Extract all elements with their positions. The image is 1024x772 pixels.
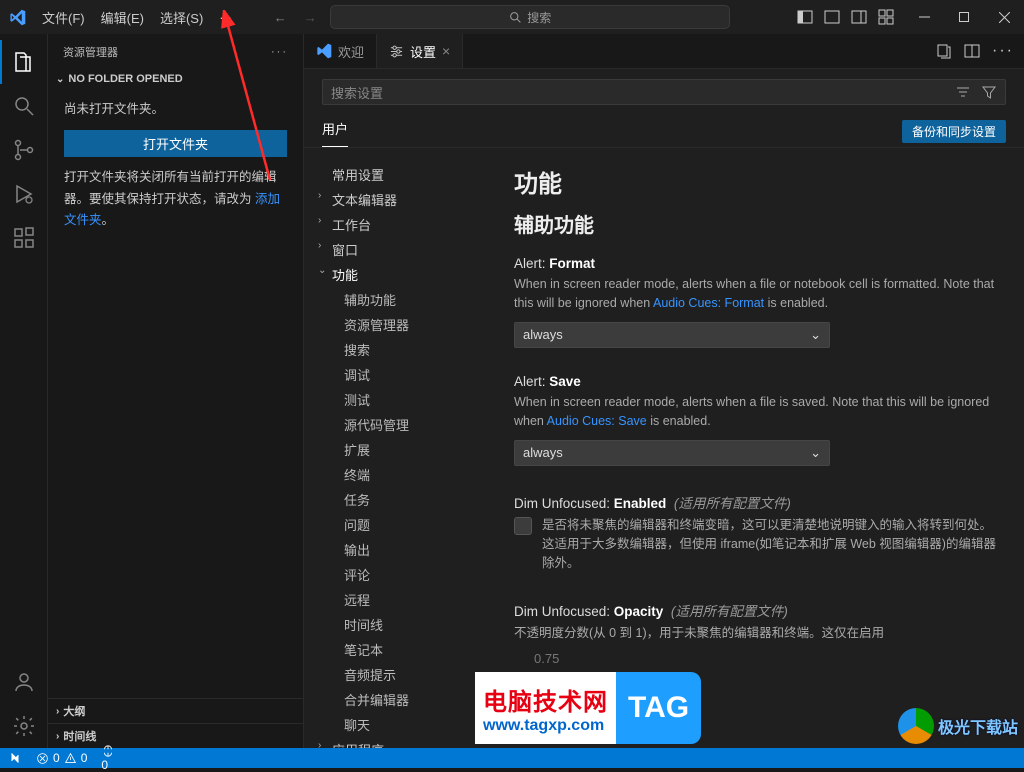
- menu-select[interactable]: 选择(S): [152, 0, 211, 34]
- search-icon[interactable]: [0, 84, 48, 128]
- toc-terminal[interactable]: 终端: [304, 462, 494, 487]
- explorer-more-icon[interactable]: ···: [271, 46, 288, 58]
- open-folder-button[interactable]: 打开文件夹: [64, 130, 287, 157]
- alert-save-select[interactable]: always⌄: [514, 440, 830, 466]
- toc-accessibility[interactable]: 辅助功能: [304, 287, 494, 312]
- layout-controls: [787, 9, 904, 25]
- split-editor-icon[interactable]: [964, 43, 980, 59]
- toc-explorer[interactable]: 资源管理器: [304, 312, 494, 337]
- toc-ext[interactable]: 扩展: [304, 437, 494, 462]
- run-debug-icon[interactable]: [0, 172, 48, 216]
- toggle-secondary-icon[interactable]: [851, 9, 867, 25]
- maximize-button[interactable]: [944, 0, 984, 34]
- chevron-down-icon: ⌄: [810, 445, 821, 461]
- toc-remote[interactable]: 远程: [304, 587, 494, 612]
- setting-alert-format: Alert: Format When in screen reader mode…: [514, 256, 1004, 348]
- toc-application[interactable]: ›应用程序: [304, 737, 494, 748]
- toggle-sidebar-icon[interactable]: [797, 9, 813, 25]
- explorer-sidebar: 资源管理器 ··· ⌄NO FOLDER OPENED 尚未打开文件夹。 打开文…: [48, 34, 304, 748]
- nav-forward[interactable]: →: [300, 10, 320, 25]
- toc-features[interactable]: ⌄功能: [304, 262, 494, 287]
- section-h1: 功能: [514, 164, 1004, 199]
- settings-gear-icon[interactable]: [0, 704, 48, 748]
- timeline-section[interactable]: ›时间线: [48, 723, 303, 748]
- toc-audiocues[interactable]: 音频提示: [304, 662, 494, 687]
- toc-scm[interactable]: 源代码管理: [304, 412, 494, 437]
- close-button[interactable]: [984, 0, 1024, 34]
- tab-welcome[interactable]: 欢迎: [304, 34, 377, 68]
- close-tab-icon[interactable]: ×: [442, 43, 450, 59]
- toc-timeline[interactable]: 时间线: [304, 612, 494, 637]
- chevron-down-icon: ⌄: [810, 327, 821, 343]
- explorer-title: 资源管理器: [63, 44, 118, 60]
- setting-alert-save: Alert: Save When in screen reader mode, …: [514, 374, 1004, 466]
- filter-icon[interactable]: [981, 84, 997, 100]
- section-h2: 辅助功能: [514, 209, 1004, 238]
- search-placeholder: 搜索: [527, 9, 551, 26]
- title-bar: 文件(F) 编辑(E) 选择(S) ··· ← → 搜索: [0, 0, 1024, 34]
- toggle-panel-icon[interactable]: [824, 9, 840, 25]
- open-settings-json-icon[interactable]: [936, 43, 952, 59]
- no-folder-msg: 尚未打开文件夹。: [64, 99, 287, 120]
- tab-more-icon[interactable]: ···: [992, 42, 1014, 60]
- backup-sync-button[interactable]: 备份和同步设置: [902, 120, 1006, 143]
- toc-text-editor[interactable]: ›文本编辑器: [304, 187, 494, 212]
- toc-common[interactable]: 常用设置: [304, 162, 494, 187]
- toc-workbench[interactable]: ›工作台: [304, 212, 494, 237]
- settings-search-input[interactable]: 搜索设置: [322, 79, 1006, 105]
- toc-window[interactable]: ›窗口: [304, 237, 494, 262]
- outline-section[interactable]: ›大纲: [48, 698, 303, 723]
- toc-test[interactable]: 测试: [304, 387, 494, 412]
- command-center-search[interactable]: 搜索: [330, 5, 730, 29]
- tab-settings[interactable]: 设置 ×: [377, 34, 463, 68]
- minimize-button[interactable]: [904, 0, 944, 34]
- problems-status[interactable]: 0 0: [36, 751, 87, 765]
- open-folder-hint: 打开文件夹将关闭所有当前打开的编辑器。要使其保持打开状态，请改为 添加文件夹。: [64, 167, 287, 231]
- watermark-tagxp: 电脑技术网 www.tagxp.com TAG: [475, 672, 905, 744]
- toc-notebook[interactable]: 笔记本: [304, 637, 494, 662]
- toc-tasks[interactable]: 任务: [304, 487, 494, 512]
- explorer-icon[interactable]: [0, 40, 48, 84]
- menu-file[interactable]: 文件(F): [34, 0, 93, 34]
- settings-content: 功能 辅助功能 Alert: Format When in screen rea…: [494, 148, 1024, 748]
- source-control-icon[interactable]: [0, 128, 48, 172]
- remote-indicator[interactable]: [8, 751, 22, 765]
- toc-comments[interactable]: 评论: [304, 562, 494, 587]
- activity-bar: [0, 34, 48, 748]
- watermark-jiguang: 极光下载站: [898, 708, 1018, 744]
- audio-cues-save-link[interactable]: Audio Cues: Save: [547, 414, 647, 428]
- setting-dim-opacity: Dim Unfocused: Opacity (适用所有配置文件) 不透明度分数…: [514, 600, 1004, 666]
- toc-debug[interactable]: 调试: [304, 362, 494, 387]
- menu-edit[interactable]: 编辑(E): [93, 0, 152, 34]
- extensions-icon[interactable]: [0, 216, 48, 260]
- audio-cues-format-link[interactable]: Audio Cues: Format: [653, 296, 764, 310]
- nav-back[interactable]: ←: [270, 10, 290, 25]
- vscode-logo: [0, 9, 34, 26]
- toc-chat[interactable]: 聊天: [304, 712, 494, 737]
- clear-search-icon[interactable]: [955, 84, 971, 100]
- status-bar: 0 0 0: [0, 748, 1024, 768]
- toc-search[interactable]: 搜索: [304, 337, 494, 362]
- menu-more[interactable]: ···: [211, 0, 240, 34]
- account-icon[interactable]: [0, 660, 48, 704]
- dim-opacity-value: 0.75: [514, 651, 1004, 666]
- alert-format-select[interactable]: always⌄: [514, 322, 830, 348]
- toc-problems[interactable]: 问题: [304, 512, 494, 537]
- settings-toc: 常用设置 ›文本编辑器 ›工作台 ›窗口 ⌄功能 辅助功能 资源管理器 搜索 调…: [304, 148, 494, 748]
- tab-bar: 欢迎 设置 × ···: [304, 34, 1024, 69]
- customize-layout-icon[interactable]: [878, 9, 894, 25]
- settings-scope-user[interactable]: 用户: [322, 115, 348, 147]
- no-folder-section[interactable]: ⌄NO FOLDER OPENED: [48, 69, 303, 89]
- toc-output[interactable]: 输出: [304, 537, 494, 562]
- editor-area: 欢迎 设置 × ··· 搜索设置 用户 备份和同步设置: [304, 34, 1024, 748]
- toc-merge[interactable]: 合并编辑器: [304, 687, 494, 712]
- setting-dim-enabled: Dim Unfocused: Enabled (适用所有配置文件) 是否将未聚焦…: [514, 492, 1004, 574]
- dim-enabled-checkbox[interactable]: [514, 517, 532, 535]
